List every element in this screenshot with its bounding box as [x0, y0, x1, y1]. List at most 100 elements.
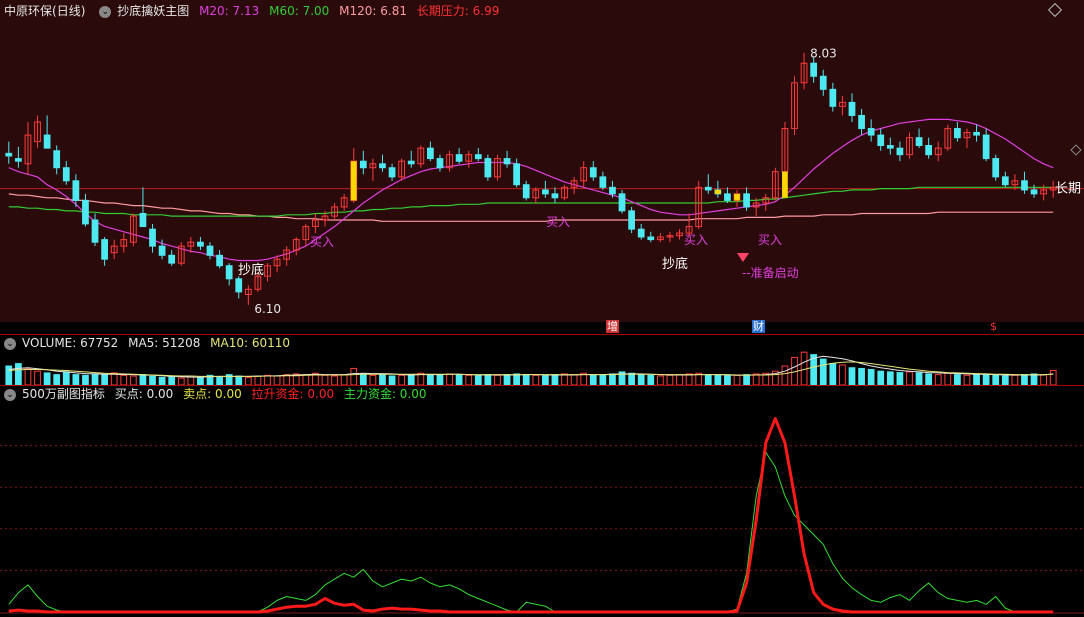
candle-body — [867, 128, 875, 136]
candle-body — [225, 265, 233, 280]
high-price-label: 8.03 — [810, 47, 837, 61]
volume-bar — [915, 372, 923, 385]
indicator-chart-svg[interactable] — [0, 386, 1084, 617]
pull-fund-value: 拉升资金: 0.00 — [251, 387, 335, 401]
candle-body — [62, 167, 70, 182]
ma60-line — [8, 186, 1054, 217]
candle-body — [647, 236, 655, 241]
candle-body — [503, 158, 511, 165]
volume-bar — [858, 367, 865, 385]
volume-bar — [34, 370, 41, 385]
stock-name[interactable]: 中原环保 — [4, 4, 52, 18]
volume-bar — [494, 374, 501, 385]
volume-bar — [503, 374, 511, 385]
volume-bar — [628, 372, 635, 385]
volume-bar — [53, 374, 61, 385]
main-chart-panel[interactable]: 8.03 6.10 长期 抄底 抄底 买入 买入 买入 买入 --准备启动 中原环保(日线) ⌄ 抄… — [0, 0, 1084, 322]
volume-bar — [541, 375, 549, 385]
volume-bar — [129, 375, 137, 385]
candle-body — [455, 154, 463, 162]
volume-bar — [944, 372, 952, 385]
volume-bar — [168, 376, 176, 385]
candle-body — [235, 278, 243, 293]
annotation-buy-1: 买入 — [310, 235, 334, 249]
annotation-ready: --准备启动 — [742, 266, 799, 280]
volume-bar — [973, 374, 980, 385]
main-indicator-name[interactable]: 抄底擒妖主图 — [117, 4, 189, 18]
volume-bar — [877, 370, 885, 385]
volume-bar — [752, 373, 760, 385]
volume-bar — [829, 363, 837, 385]
m120-value: M120: 6.81 — [339, 4, 407, 18]
candle-body — [139, 212, 147, 228]
candle-body — [915, 137, 923, 147]
event-zeng[interactable]: 增 — [606, 320, 619, 333]
volume-bar — [714, 374, 722, 385]
volume-bar — [91, 373, 99, 385]
volume-bar — [906, 371, 913, 385]
volume-bar — [867, 368, 875, 385]
volume-bar — [1049, 369, 1057, 385]
series-line — [8, 451, 1044, 613]
volume-bar — [934, 374, 942, 385]
pressure-end-label: 长期 — [1055, 182, 1081, 197]
volume-bar — [733, 374, 741, 385]
indicator-panel[interactable]: ⌄ 500万副图指标 买点: 0.00 卖点: 0.00 拉升资金: 0.00 主… — [0, 385, 1084, 617]
volume-bar — [513, 373, 521, 385]
candle-body — [954, 128, 961, 139]
annotation-bottom-1: 抄底 — [238, 262, 264, 278]
event-dollar[interactable]: $ — [990, 320, 997, 333]
candle-body — [1030, 189, 1038, 195]
volume-bar — [407, 374, 415, 385]
volume-bar — [331, 375, 338, 385]
candle-body — [704, 186, 712, 191]
volume-bar — [1011, 374, 1019, 385]
candle-body — [388, 167, 396, 178]
candle-body — [819, 75, 827, 90]
main-chart-svg[interactable]: 8.036.10长期抄底 抄底买入买入买入 买入--准备启动 — [0, 0, 1084, 322]
candle-body — [474, 154, 482, 160]
series-line — [8, 417, 1054, 614]
volume-bar — [254, 375, 262, 385]
volume-bar — [427, 374, 434, 385]
volume-bar — [647, 374, 655, 385]
volume-bar — [954, 374, 961, 385]
candle-body — [599, 176, 607, 188]
candle-body — [101, 239, 108, 260]
candle-body — [168, 254, 176, 264]
volume-bar — [532, 374, 540, 385]
candle-body — [206, 245, 214, 256]
volume-menu-icon[interactable]: ⌄ — [4, 337, 16, 350]
candle-body — [427, 147, 434, 160]
candle-body — [513, 163, 521, 186]
candle-body — [609, 186, 616, 195]
volume-ma5: MA5: 51208 — [128, 336, 201, 350]
indicator-panel-title[interactable]: 500万副图指标 — [22, 387, 105, 401]
volume-bar — [62, 371, 70, 385]
candle-body — [1001, 176, 1009, 186]
candle-body — [14, 158, 22, 162]
volume-bar — [896, 372, 904, 385]
candle-body — [858, 114, 865, 130]
low-price-label: 6.10 — [254, 302, 281, 316]
volume-panel[interactable]: ⌄ VOLUME: 67752 MA5: 51208 MA10: 60110 — [0, 334, 1084, 385]
event-cai[interactable]: 财 — [752, 320, 765, 333]
candle-body — [43, 134, 51, 149]
signal-candle — [782, 171, 788, 198]
volume-bar — [656, 375, 664, 385]
volume-bar — [216, 376, 223, 385]
volume-bar — [609, 373, 616, 385]
indicator-menu-icon[interactable]: ⌄ — [99, 5, 112, 18]
signal-candle — [714, 189, 721, 194]
volume-bar — [72, 374, 80, 385]
volume-label: VOLUME: 67752 — [22, 336, 119, 350]
volume-bar — [599, 374, 607, 385]
volume-bar — [436, 374, 444, 385]
volume-bar — [819, 358, 827, 385]
volume-bar — [273, 375, 281, 385]
volume-bar — [101, 374, 108, 385]
period-label[interactable]: (日线) — [52, 4, 85, 18]
sell-point-value: 卖点: 0.00 — [183, 387, 242, 401]
indicator-panel-menu-icon[interactable]: ⌄ — [4, 388, 16, 401]
candle-body — [1021, 180, 1028, 191]
